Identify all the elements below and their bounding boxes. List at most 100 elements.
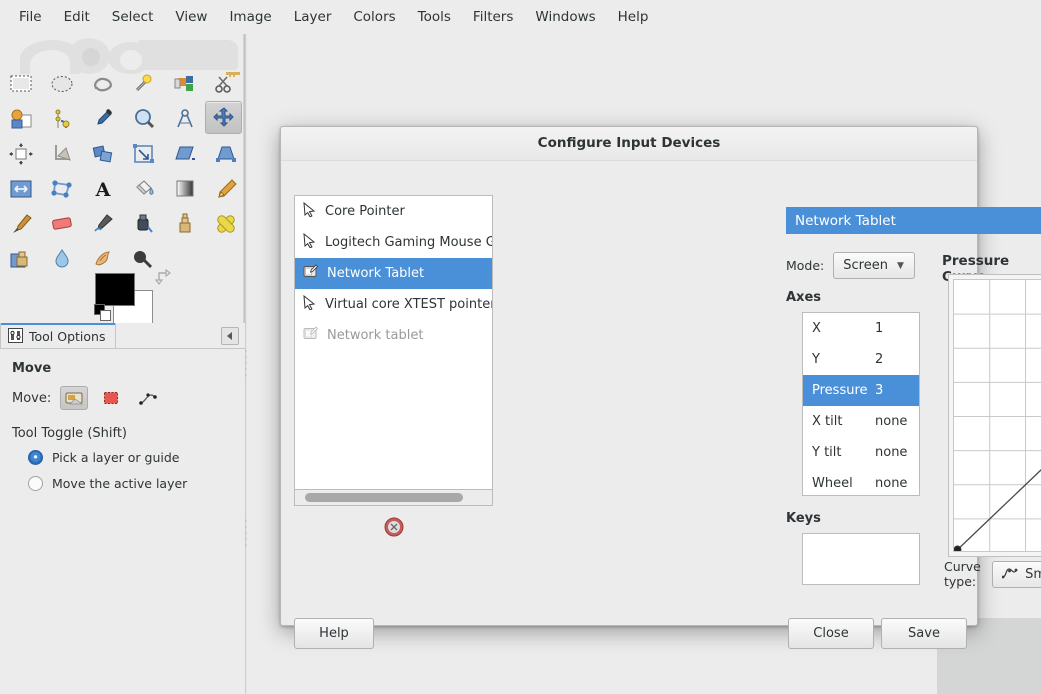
pressure-curve-graph (954, 280, 1041, 551)
device-header-bar: Network Tablet (786, 207, 1041, 234)
menu-filters[interactable]: Filters (462, 5, 524, 29)
pointer-icon (303, 201, 316, 221)
menu-file[interactable]: File (8, 5, 53, 29)
select-by-color-tool[interactable] (164, 66, 205, 101)
menu-view[interactable]: View (164, 5, 218, 29)
scissors-select-tool[interactable] (205, 66, 246, 101)
axis-value: 3 (875, 383, 884, 398)
smudge-tool[interactable] (82, 241, 123, 276)
fuzzy-select-tool[interactable] (123, 66, 164, 101)
curve-type-select[interactable]: Smooth ▼ (992, 560, 1041, 588)
pressure-curve-plot[interactable] (953, 279, 1041, 552)
tab-tool-options[interactable]: Tool Options (0, 323, 117, 348)
toolbox-grid: A (0, 66, 245, 276)
crop-tool[interactable] (41, 136, 82, 171)
swap-colors-icon[interactable] (154, 268, 171, 288)
menu-image[interactable]: Image (218, 5, 282, 29)
airbrush-tool[interactable] (82, 206, 123, 241)
reset-colors-icon[interactable] (94, 304, 112, 322)
keys-list[interactable] (802, 533, 920, 585)
flip-tool[interactable] (0, 171, 41, 206)
radio-move-active-layer[interactable]: Move the active layer (28, 476, 235, 491)
device-header-name: Network Tablet (795, 212, 896, 229)
mode-select[interactable]: Screen ▼ (833, 252, 916, 279)
axes-table[interactable]: X 1 Y 2 Pressure 3 X tilt none Y tilt no… (802, 312, 920, 496)
axes-row-wheel[interactable]: Wheel none (803, 468, 919, 495)
zoom-tool[interactable] (123, 101, 164, 136)
close-button[interactable]: Close (788, 618, 874, 649)
axes-row-pressure[interactable]: Pressure 3 (803, 375, 919, 406)
menu-help[interactable]: Help (607, 5, 660, 29)
cage-transform-tool[interactable] (41, 171, 82, 206)
save-button[interactable]: Save (881, 618, 967, 649)
free-select-tool[interactable] (82, 66, 123, 101)
curve-type-value: Smooth (1025, 566, 1041, 582)
configure-input-devices-dialog: Configure Input Devices Core Pointer Log… (280, 126, 1041, 649)
device-list-scrollbar[interactable] (294, 490, 493, 506)
axes-row-y-tilt[interactable]: Y tilt none (803, 437, 919, 468)
scale-tool[interactable] (123, 136, 164, 171)
tool-options-dock: Tool Options Move Move: Tool Toggle (Shi… (0, 323, 245, 694)
device-list-item-virtual-core-xtest-pointer[interactable]: Virtual core XTEST pointer (295, 289, 492, 320)
move-mode-row: Move: (12, 386, 235, 410)
smooth-curve-icon (1001, 566, 1018, 583)
axes-row-x[interactable]: X 1 (803, 313, 919, 344)
ink-tool[interactable] (123, 206, 164, 241)
tool-options-icon (8, 327, 23, 346)
pencil-tool[interactable] (205, 171, 246, 206)
menu-bar: File Edit Select View Image Layer Colors… (0, 0, 1041, 34)
curve-type-row: Curve type: Smooth ▼ Reset Curve (944, 559, 1041, 589)
menu-colors[interactable]: Colors (342, 5, 406, 29)
rotate-tool[interactable] (82, 136, 123, 171)
text-tool[interactable]: A (82, 171, 123, 206)
rect-select-tool[interactable] (0, 66, 41, 101)
menu-tools[interactable]: Tools (407, 5, 462, 29)
heal-tool[interactable] (205, 206, 246, 241)
color-picker-tool[interactable] (82, 101, 123, 136)
perspective-clone-tool[interactable] (0, 241, 41, 276)
shear-tool[interactable] (164, 136, 205, 171)
color-swatch[interactable] (94, 268, 171, 325)
menu-edit[interactable]: Edit (53, 5, 101, 29)
device-list[interactable]: Core Pointer Logitech Gaming Mouse G- Ne… (294, 195, 493, 490)
ellipse-select-tool[interactable] (41, 66, 82, 101)
add-device-icon[interactable] (384, 517, 404, 537)
menu-select[interactable]: Select (101, 5, 165, 29)
menu-layer[interactable]: Layer (283, 5, 343, 29)
device-list-item-core-pointer[interactable]: Core Pointer (295, 196, 492, 227)
svg-text:A: A (94, 179, 110, 200)
bucket-fill-tool[interactable] (123, 171, 164, 206)
foreground-select-tool[interactable] (0, 101, 41, 136)
tablet-icon (303, 326, 319, 345)
dialog-body: Core Pointer Logitech Gaming Mouse G- Ne… (281, 161, 1041, 649)
device-list-item-network-tablet-disabled[interactable]: Network tablet (295, 320, 492, 351)
axes-row-x-tilt[interactable]: X tilt none (803, 406, 919, 437)
alignment-tool[interactable] (0, 136, 41, 171)
eraser-tool[interactable] (41, 206, 82, 241)
device-label: Core Pointer (325, 204, 405, 219)
tablet-icon (303, 264, 319, 283)
axes-row-y[interactable]: Y 2 (803, 344, 919, 375)
device-list-item-logitech-gaming-mouse[interactable]: Logitech Gaming Mouse G- (295, 227, 492, 258)
tool-toggle-label: Tool Toggle (Shift) (12, 426, 128, 441)
help-button[interactable]: Help (294, 618, 374, 649)
move-selection-mode-icon[interactable] (97, 386, 125, 410)
device-list-item-network-tablet[interactable]: Network Tablet (295, 258, 492, 289)
device-label: Network tablet (327, 328, 424, 343)
paintbrush-tool[interactable] (0, 206, 41, 241)
perspective-tool[interactable] (205, 136, 246, 171)
measure-tool[interactable] (164, 101, 205, 136)
axis-value: 2 (875, 352, 884, 367)
dock-menu-icon[interactable] (221, 327, 239, 345)
gimp-main-window: File Edit Select View Image Layer Colors… (0, 0, 1041, 694)
move-path-mode-icon[interactable] (134, 386, 162, 410)
menu-windows[interactable]: Windows (524, 5, 606, 29)
paths-tool[interactable] (41, 101, 82, 136)
gradient-tool[interactable] (164, 171, 205, 206)
clone-tool[interactable] (164, 206, 205, 241)
radio-pick-layer-or-guide[interactable]: Pick a layer or guide (28, 450, 235, 465)
foreground-color-swatch[interactable] (95, 273, 135, 306)
move-layer-mode-icon[interactable] (60, 386, 89, 410)
move-tool[interactable] (205, 101, 242, 134)
blur-sharpen-tool[interactable] (41, 241, 82, 276)
